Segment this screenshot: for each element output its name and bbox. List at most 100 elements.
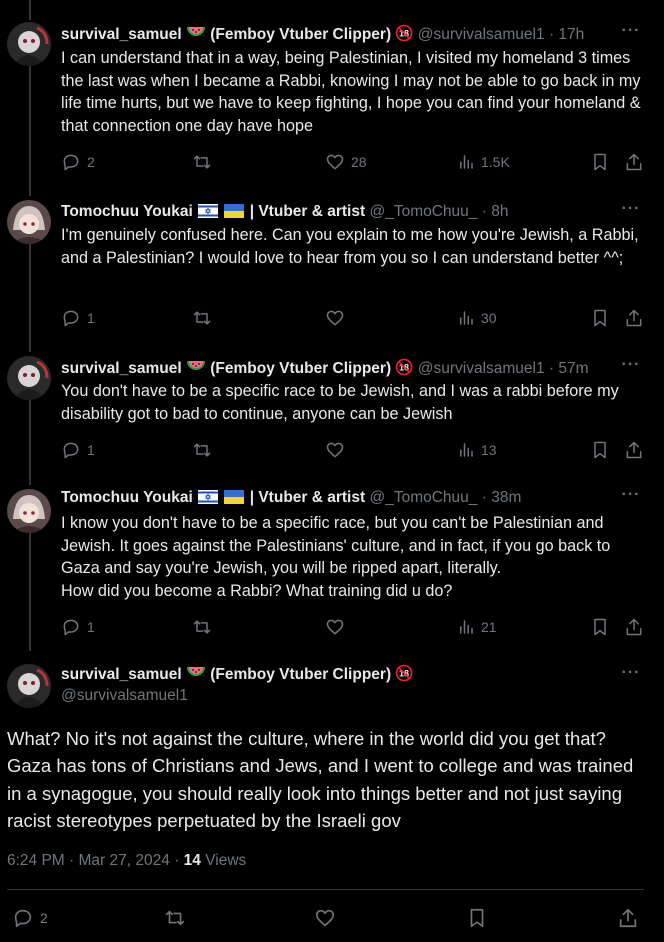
display-name-suffix[interactable]: (Femboy Vtuber Clipper) xyxy=(210,26,391,43)
no-under-18-icon: 18 xyxy=(395,358,413,377)
views-icon xyxy=(457,153,475,171)
bookmark-icon xyxy=(590,308,610,328)
display-name[interactable]: survival_samuel xyxy=(61,666,182,683)
share-icon xyxy=(624,617,644,637)
tweet-text: I know you don't have to be a specific r… xyxy=(61,514,611,600)
retweet-icon xyxy=(191,440,213,460)
display-name[interactable]: Tomochuu Youkai xyxy=(61,203,193,220)
avatar[interactable] xyxy=(7,489,51,533)
post-timestamp[interactable]: 6:24 PM · Mar 27, 2024 xyxy=(7,852,170,869)
focused-action-bar: 2 xyxy=(0,906,664,930)
israel-flag-icon xyxy=(197,489,219,506)
like-button[interactable] xyxy=(325,439,345,461)
display-name-suffix[interactable]: (Femboy Vtuber Clipper) xyxy=(210,666,391,683)
retweet-button[interactable] xyxy=(163,906,187,930)
more-icon[interactable]: ··· xyxy=(618,487,644,508)
views-icon xyxy=(457,441,475,459)
reply-tweet[interactable]: survival_samuel (Femboy Vtuber Clipper) … xyxy=(0,352,664,480)
display-name-suffix[interactable]: | Vtuber & artist xyxy=(250,203,365,220)
avatar[interactable] xyxy=(7,664,51,708)
no-under-18-icon: 18 xyxy=(395,24,413,43)
bookmark-icon xyxy=(466,907,488,929)
timestamp[interactable]: 57m xyxy=(558,360,588,377)
action-bar: 1 30 xyxy=(61,307,646,329)
retweet-button[interactable] xyxy=(191,439,213,461)
view-count: 1.5K xyxy=(481,154,510,170)
display-name[interactable]: survival_samuel xyxy=(61,360,182,377)
more-icon[interactable]: ··· xyxy=(618,201,644,222)
bookmark-button[interactable] xyxy=(590,307,610,329)
avatar[interactable] xyxy=(7,22,51,66)
views-button[interactable]: 1.5K xyxy=(457,151,510,173)
reply-count: 2 xyxy=(40,910,48,926)
avatar[interactable] xyxy=(7,356,51,400)
dot-separator: · xyxy=(548,360,555,377)
tweet-header: Tomochuu Youkai | Vtuber & artist @_Tomo… xyxy=(61,488,618,508)
more-icon[interactable]: ··· xyxy=(618,665,644,686)
reply-icon xyxy=(61,308,81,328)
reply-tweet[interactable]: Tomochuu Youkai | Vtuber & artist @_Tomo… xyxy=(0,196,664,346)
views-button[interactable]: 21 xyxy=(457,616,497,638)
retweet-button[interactable] xyxy=(191,151,213,173)
share-icon xyxy=(624,308,644,328)
timestamp[interactable]: 38m xyxy=(491,489,521,506)
reply-button[interactable]: 1 xyxy=(61,439,95,461)
views-button[interactable]: 30 xyxy=(457,307,497,329)
bookmark-button[interactable] xyxy=(590,616,610,638)
share-button[interactable] xyxy=(624,616,644,638)
dot-separator: · xyxy=(174,852,180,869)
views-icon xyxy=(457,309,475,327)
handle[interactable]: @survivalsamuel1 xyxy=(418,360,545,377)
like-button[interactable]: 28 xyxy=(325,151,367,173)
tweet-text: I can understand that in a way, being Pa… xyxy=(61,49,641,135)
divider xyxy=(7,889,644,890)
reply-button[interactable]: 1 xyxy=(61,307,95,329)
handle[interactable]: @_TomoChuu_ xyxy=(369,203,477,220)
like-button[interactable] xyxy=(325,616,345,638)
like-icon xyxy=(314,907,336,929)
reply-icon xyxy=(61,617,81,637)
share-button[interactable] xyxy=(624,439,644,461)
reply-tweet[interactable]: survival_samuel (Femboy Vtuber Clipper) … xyxy=(0,0,664,180)
watermelon-icon xyxy=(186,666,206,683)
share-button[interactable] xyxy=(624,307,644,329)
reply-tweet[interactable]: Tomochuu Youkai | Vtuber & artist @_Tomo… xyxy=(0,485,664,653)
more-icon[interactable]: ··· xyxy=(618,357,644,378)
dot-separator: · xyxy=(481,203,487,220)
action-bar: 2 28 1.5K xyxy=(61,151,646,173)
handle[interactable]: @survivalsamuel1 xyxy=(418,26,545,43)
share-icon xyxy=(624,440,644,460)
bookmark-button[interactable] xyxy=(590,439,610,461)
no-under-18-icon: 18 xyxy=(395,664,413,683)
display-name-suffix[interactable]: | Vtuber & artist xyxy=(250,489,365,506)
tweet-text: I'm genuinely confused here. Can you exp… xyxy=(61,226,639,267)
retweet-button[interactable] xyxy=(191,307,213,329)
timestamp[interactable]: 8h xyxy=(491,203,508,220)
share-button[interactable] xyxy=(617,906,639,930)
reply-count: 1 xyxy=(87,310,95,326)
action-bar: 1 21 xyxy=(61,616,646,638)
display-name-suffix[interactable]: (Femboy Vtuber Clipper) xyxy=(210,360,391,377)
bookmark-button[interactable] xyxy=(590,151,610,173)
like-button[interactable] xyxy=(325,307,345,329)
display-name[interactable]: Tomochuu Youkai xyxy=(61,489,193,506)
retweet-button[interactable] xyxy=(191,616,213,638)
share-button[interactable] xyxy=(624,151,644,173)
tweet-header: Tomochuu Youkai | Vtuber & artist @_Tomo… xyxy=(61,202,618,222)
avatar[interactable] xyxy=(7,200,51,244)
tweet-header: survival_samuel (Femboy Vtuber Clipper) … xyxy=(61,24,618,44)
reply-button[interactable]: 2 xyxy=(61,151,95,173)
like-button[interactable] xyxy=(314,906,336,930)
views-icon xyxy=(457,618,475,636)
handle[interactable]: @survivalsamuel1 xyxy=(61,685,413,706)
tweet-text: You don't have to be a specific race to … xyxy=(61,382,619,423)
more-icon[interactable]: ··· xyxy=(618,23,644,44)
display-name[interactable]: survival_samuel xyxy=(61,26,182,43)
handle[interactable]: @_TomoChuu_ xyxy=(369,489,477,506)
timestamp[interactable]: 17h xyxy=(558,26,584,43)
reply-button[interactable]: 2 xyxy=(12,906,48,930)
focused-tweet-header: survival_samuel (Femboy Vtuber Clipper) … xyxy=(61,664,413,706)
bookmark-button[interactable] xyxy=(466,906,488,930)
views-button[interactable]: 13 xyxy=(457,439,497,461)
reply-button[interactable]: 1 xyxy=(61,616,95,638)
